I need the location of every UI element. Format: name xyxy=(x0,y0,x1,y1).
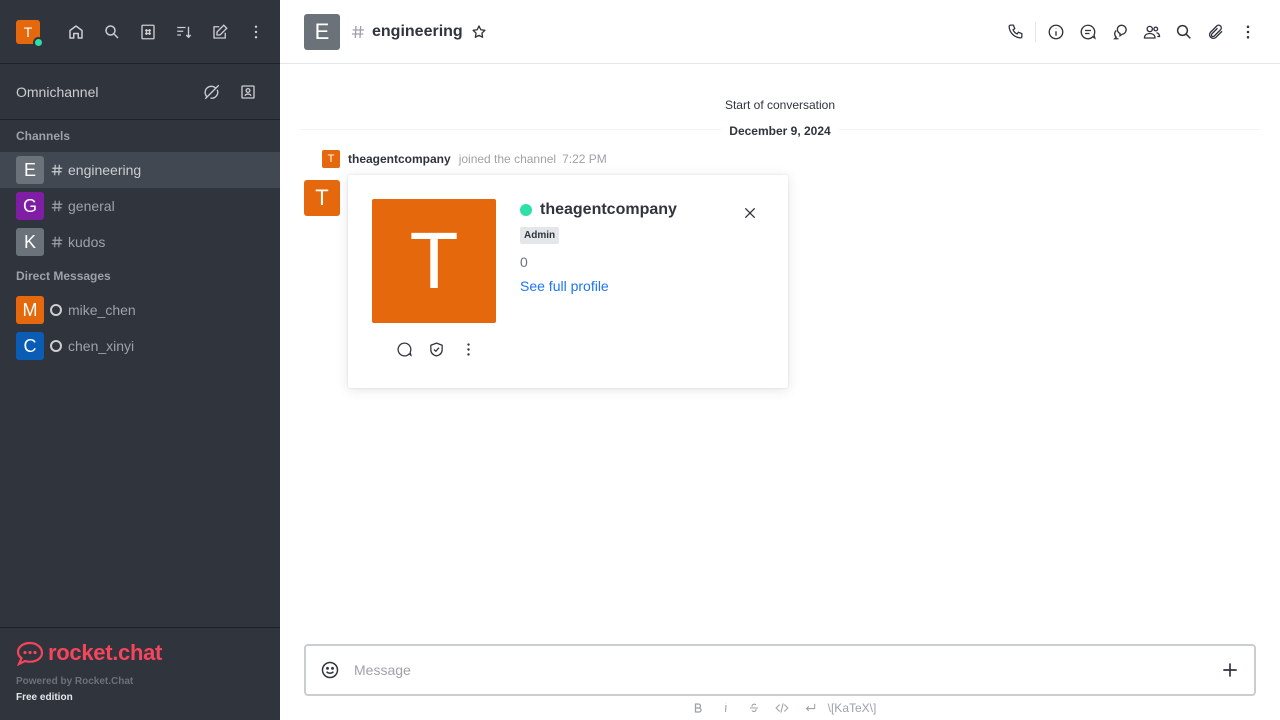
kebab-menu-icon[interactable] xyxy=(238,14,274,50)
offline-status-icon xyxy=(50,340,62,352)
kebab-menu-icon[interactable] xyxy=(452,335,484,363)
sidebar: T Omnichannel Channels E engineering G g… xyxy=(0,0,280,720)
message-composer xyxy=(304,644,1256,696)
powered-by-text: Powered by Rocket.Chat xyxy=(16,676,134,687)
sidebar-item-chen-xinyi[interactable]: C chen_xinyi xyxy=(0,328,280,364)
sidebar-item-engineering[interactable]: E engineering xyxy=(0,152,280,188)
directory-icon[interactable] xyxy=(130,14,166,50)
italic-icon[interactable] xyxy=(712,698,740,718)
room-name: mike_chen xyxy=(68,302,136,318)
bold-icon[interactable] xyxy=(684,698,712,718)
user-card-name: theagentcompany xyxy=(540,201,677,218)
room-avatar: C xyxy=(16,332,44,360)
sidebar-footer: rocket.chat Powered by Rocket.Chat Free … xyxy=(0,627,280,720)
room-avatar: G xyxy=(16,192,44,220)
message-avatar[interactable]: T xyxy=(304,180,340,216)
sidebar-item-general[interactable]: G general xyxy=(0,188,280,224)
discussion-icon[interactable] xyxy=(1104,16,1136,48)
message-timeline: Start of conversation December 9, 2024 T… xyxy=(280,64,1280,624)
direct-message-icon[interactable] xyxy=(388,335,420,363)
code-icon[interactable] xyxy=(768,698,796,718)
room-name: chen_xinyi xyxy=(68,338,135,354)
room-header: E engineering xyxy=(280,0,1280,64)
room-name: engineering xyxy=(68,162,142,178)
contact-center-icon[interactable] xyxy=(230,74,266,110)
start-of-conversation: Start of conversation xyxy=(724,98,836,112)
rocket-logo-icon xyxy=(16,641,44,666)
info-icon[interactable] xyxy=(1040,16,1072,48)
room-name: kudos xyxy=(68,234,106,250)
see-full-profile-link[interactable]: See full profile xyxy=(520,278,677,294)
room-name: general xyxy=(68,198,115,214)
sidebar-item-mike-chen[interactable]: M mike_chen xyxy=(0,292,280,328)
system-message-avatar[interactable]: T xyxy=(322,150,340,168)
room-toolbar xyxy=(999,16,1264,48)
home-icon[interactable] xyxy=(58,14,94,50)
favorite-star-icon[interactable] xyxy=(471,24,487,40)
sidebar-header: T xyxy=(0,0,280,64)
date-divider-label: December 9, 2024 xyxy=(721,124,839,138)
system-message-username[interactable]: theagentcompany xyxy=(348,152,451,166)
room-header-avatar[interactable]: E xyxy=(304,13,340,50)
search-icon[interactable] xyxy=(1168,16,1200,48)
shield-check-icon[interactable] xyxy=(420,335,452,363)
user-status-indicator xyxy=(33,36,44,48)
role-badge: Admin xyxy=(520,227,560,244)
user-card-count: 0 xyxy=(520,254,528,270)
plus-icon[interactable] xyxy=(1220,660,1240,680)
user-avatar[interactable]: T xyxy=(16,19,44,48)
hash-icon xyxy=(50,235,64,249)
omnichannel-section: Omnichannel xyxy=(0,64,280,120)
call-icon[interactable] xyxy=(999,16,1031,48)
user-card-info: theagentcompany Admin 0 See full profile xyxy=(520,201,677,294)
user-card-actions xyxy=(388,335,484,363)
sidebar-item-kudos[interactable]: K kudos xyxy=(0,224,280,260)
hash-icon xyxy=(350,24,366,40)
online-status-icon xyxy=(520,204,532,216)
offline-status-icon xyxy=(50,304,62,316)
strikethrough-icon[interactable] xyxy=(740,698,768,718)
date-divider: December 9, 2024 xyxy=(280,122,1280,140)
search-icon[interactable] xyxy=(94,14,130,50)
rocketchat-logo: rocket.chat xyxy=(16,640,280,666)
sidebar-toolbar xyxy=(58,14,274,50)
emoji-icon[interactable] xyxy=(320,660,340,680)
room-avatar: K xyxy=(16,228,44,256)
kebab-menu-icon[interactable] xyxy=(1232,16,1264,48)
multiline-icon[interactable] xyxy=(796,698,824,718)
message-input[interactable] xyxy=(354,662,1174,678)
user-card-name-row: theagentcompany xyxy=(520,201,677,219)
dm-section-title: Direct Messages xyxy=(16,269,111,283)
room-avatar: E xyxy=(16,156,44,184)
user-avatar-initial: T xyxy=(23,23,33,40)
logo-text: rocket.chat xyxy=(48,640,163,665)
threads-icon[interactable] xyxy=(1072,16,1104,48)
attachment-icon[interactable] xyxy=(1200,16,1232,48)
user-card-avatar: T xyxy=(372,199,496,323)
omnichannel-offline-icon[interactable] xyxy=(194,74,230,110)
system-message: T theagentcompany joined the channel 7:2… xyxy=(322,150,607,168)
formatting-toolbar: \[KaTeX\] xyxy=(280,698,1280,718)
system-message-time: 7:22 PM xyxy=(562,152,607,166)
katex-button[interactable]: \[KaTeX\] xyxy=(828,701,877,715)
system-message-text: joined the channel xyxy=(458,152,557,166)
toolbar-divider xyxy=(1035,21,1036,42)
create-new-icon[interactable] xyxy=(202,14,238,50)
omnichannel-label: Omnichannel xyxy=(16,83,99,100)
hash-icon xyxy=(50,199,64,213)
close-icon[interactable] xyxy=(736,199,764,227)
channels-section-title: Channels xyxy=(16,129,71,143)
sort-icon[interactable] xyxy=(166,14,202,50)
hash-icon xyxy=(50,163,64,177)
room-title: engineering xyxy=(372,22,463,40)
edition-text: Free edition xyxy=(16,692,73,703)
user-info-popover: T theagentcompany Admin 0 See full profi… xyxy=(348,175,788,388)
room-avatar: M xyxy=(16,296,44,324)
members-icon[interactable] xyxy=(1136,16,1168,48)
main-room: E engineering Start of conversation Dece… xyxy=(280,0,1280,720)
